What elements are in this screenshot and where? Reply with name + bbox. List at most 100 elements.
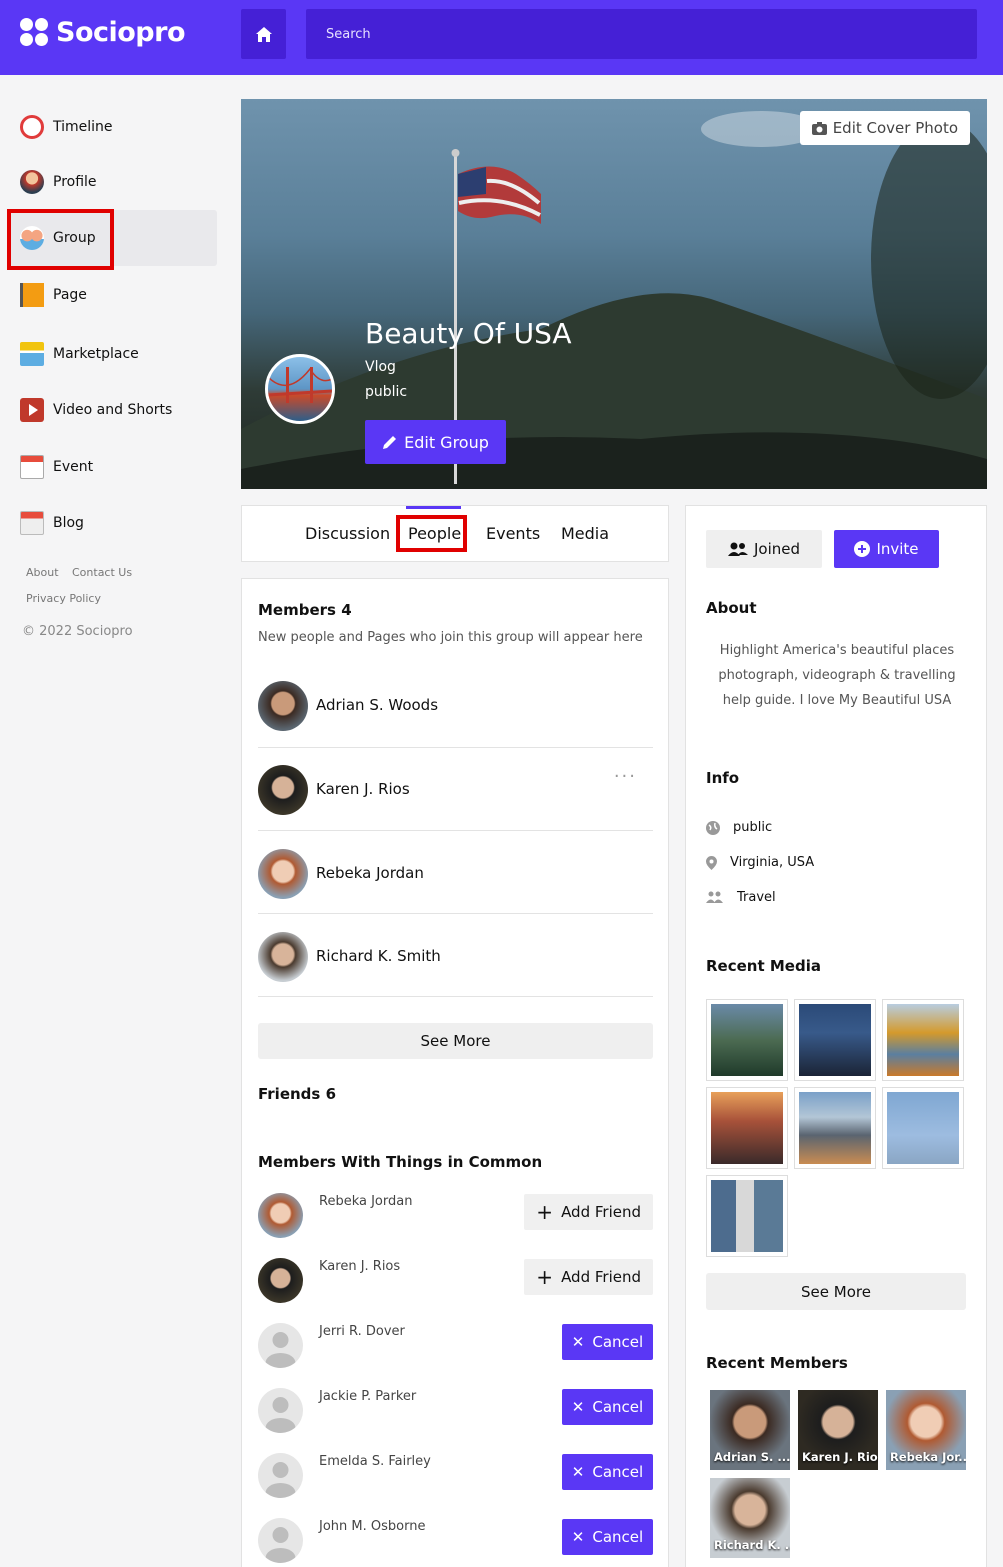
avatar	[258, 932, 308, 982]
member-name[interactable]: Karen J. Rios	[319, 1259, 400, 1274]
member-row[interactable]: Karen J. Rios ···	[258, 748, 653, 831]
tab-people[interactable]: People	[408, 524, 461, 543]
media-thumb[interactable]	[882, 1087, 964, 1169]
member-name[interactable]: Jerri R. Dover	[319, 1324, 405, 1339]
avatar	[258, 765, 308, 815]
users-icon	[727, 542, 748, 556]
info-location: Virginia, USA	[706, 855, 814, 870]
sidebar-item-group[interactable]: Group	[20, 218, 96, 258]
group-info-panel: Joined Invite About Highlight America's …	[685, 505, 987, 1567]
avatar	[258, 1193, 303, 1238]
avatar-placeholder	[258, 1323, 303, 1368]
close-icon: ✕	[571, 1528, 585, 1546]
tab-media[interactable]: Media	[561, 524, 609, 543]
sidebar-item-profile[interactable]: Profile	[20, 162, 97, 202]
golden-gate-image	[268, 367, 332, 403]
joined-button[interactable]: Joined	[706, 530, 822, 568]
member-name[interactable]: Karen J. Rios	[316, 780, 410, 798]
footer-link-privacy[interactable]: Privacy Policy	[26, 592, 101, 605]
globe-icon	[706, 820, 720, 835]
home-button[interactable]	[241, 9, 286, 59]
member-name[interactable]: Emelda S. Fairley	[319, 1454, 431, 1469]
footer-link-about[interactable]: About	[26, 566, 59, 579]
recent-members-title: Recent Members	[706, 1354, 848, 1372]
tab-events[interactable]: Events	[486, 524, 540, 543]
member-name[interactable]: Adrian S. Woods	[316, 696, 438, 714]
edit-group-button[interactable]: Edit Group	[365, 420, 506, 464]
recent-member-name: Rebeka Jor...	[890, 1450, 966, 1464]
invite-button[interactable]: Invite	[834, 530, 939, 568]
media-thumb[interactable]	[706, 1087, 788, 1169]
common-members-title: Members With Things in Common	[258, 1153, 543, 1171]
member-name[interactable]: Richard K. Smith	[316, 947, 441, 965]
avatar-placeholder	[258, 1518, 303, 1563]
media-thumb[interactable]	[882, 999, 964, 1081]
camera-icon	[811, 121, 827, 135]
media-thumb[interactable]	[794, 999, 876, 1081]
sidebar-item-label: Video and Shorts	[53, 402, 173, 418]
member-row[interactable]: Rebeka Jordan	[258, 831, 653, 914]
sidebar-item-timeline[interactable]: Timeline	[20, 107, 113, 147]
sidebar-item-event[interactable]: Event	[20, 447, 93, 487]
list-item: Jerri R. Dover ✕ Cancel	[258, 1320, 653, 1380]
info-text: Travel	[737, 890, 776, 905]
add-friend-button[interactable]: + Add Friend	[524, 1259, 653, 1295]
recent-member-card[interactable]: Adrian S. ...	[710, 1390, 790, 1470]
cancel-request-button[interactable]: ✕ Cancel	[562, 1519, 653, 1555]
add-friend-label: Add Friend	[561, 1203, 641, 1221]
cancel-label: Cancel	[592, 1463, 644, 1481]
close-icon: ✕	[571, 1398, 585, 1416]
recent-member-name: Adrian S. ...	[714, 1450, 790, 1464]
app-name: Sociopro	[56, 17, 186, 48]
sidebar-item-marketplace[interactable]: Marketplace	[20, 334, 139, 374]
sidebar-item-video[interactable]: Video and Shorts	[20, 390, 172, 430]
video-icon	[20, 398, 44, 422]
pencil-icon	[383, 435, 397, 449]
avatar	[258, 849, 308, 899]
members-subtitle: New people and Pages who join this group…	[258, 630, 643, 645]
edit-cover-photo-button[interactable]: Edit Cover Photo	[799, 111, 970, 145]
member-name[interactable]: Jackie P. Parker	[319, 1389, 416, 1404]
search-input[interactable]	[306, 9, 977, 59]
group-cover-photo: Edit Cover Photo Beauty Of USA Vlog publ…	[241, 99, 987, 489]
media-thumb[interactable]	[706, 999, 788, 1081]
recent-member-card[interactable]: Karen J. Rios	[798, 1390, 878, 1470]
avatar-placeholder	[258, 1453, 303, 1498]
about-text: Highlight America's beautiful places pho…	[718, 643, 956, 708]
member-name[interactable]: Rebeka Jordan	[316, 864, 424, 882]
home-icon	[255, 26, 272, 42]
invite-label: Invite	[876, 540, 919, 558]
recent-member-card[interactable]: Rebeka Jor...	[886, 1390, 966, 1470]
cancel-request-button[interactable]: ✕ Cancel	[562, 1389, 653, 1425]
media-thumb[interactable]	[706, 1175, 788, 1257]
plus-icon: +	[536, 1200, 554, 1224]
media-thumb[interactable]	[794, 1087, 876, 1169]
add-friend-button[interactable]: + Add Friend	[524, 1194, 653, 1230]
add-friend-label: Add Friend	[561, 1268, 641, 1286]
cancel-request-button[interactable]: ✕ Cancel	[562, 1324, 653, 1360]
profile-icon	[20, 170, 44, 194]
group-tabs: Discussion People Events Media	[241, 505, 669, 562]
sidebar-item-blog[interactable]: Blog	[20, 503, 84, 543]
member-row[interactable]: Adrian S. Woods	[258, 665, 653, 748]
tab-discussion[interactable]: Discussion	[305, 524, 390, 543]
sidebar-item-label: Timeline	[53, 119, 113, 135]
cancel-request-button[interactable]: ✕ Cancel	[562, 1454, 653, 1490]
member-name[interactable]: Rebeka Jordan	[319, 1194, 412, 1209]
sidebar-item-page[interactable]: Page	[20, 275, 87, 315]
member-row[interactable]: Richard K. Smith	[258, 914, 653, 997]
about-title: About	[706, 599, 757, 617]
more-options-icon[interactable]: ···	[614, 766, 637, 787]
member-name[interactable]: John M. Osborne	[319, 1519, 425, 1534]
cancel-label: Cancel	[592, 1398, 644, 1416]
media-see-more-button[interactable]: See More	[706, 1273, 966, 1310]
recent-member-card[interactable]: Richard K. ...	[710, 1478, 790, 1558]
app-logo[interactable]: Sociopro	[20, 17, 186, 48]
blog-icon	[20, 511, 44, 535]
edit-group-label: Edit Group	[404, 432, 489, 452]
recent-media-title: Recent Media	[706, 957, 821, 975]
footer-link-contact[interactable]: Contact Us	[72, 566, 132, 579]
members-see-more-button[interactable]: See More	[258, 1023, 653, 1059]
group-icon	[20, 226, 44, 250]
location-pin-icon	[706, 855, 717, 870]
